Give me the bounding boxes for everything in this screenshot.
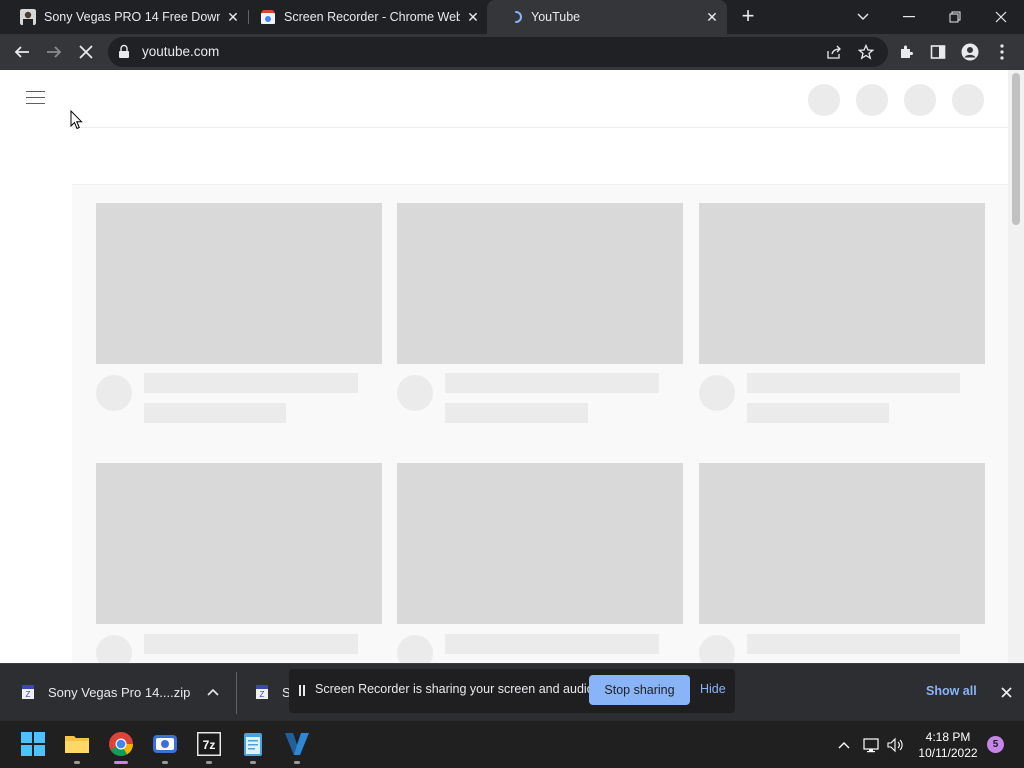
bookmark-star-icon[interactable] [856,42,876,62]
running-indicator [162,761,168,764]
7zip-icon[interactable]: 7z [196,731,222,757]
header-placeholder-circle [904,84,936,116]
meta-placeholder [445,403,588,423]
tab-title: Sony Vegas PRO 14 Free Downlo [44,10,220,24]
menu-kebab-icon[interactable] [990,40,1014,64]
running-indicator [206,761,212,764]
running-indicator [294,761,300,764]
avatar-favicon-icon [20,9,36,25]
video-thumbnail-placeholder[interactable] [397,463,683,624]
new-tab-button[interactable]: + [736,5,760,29]
chevron-up-tray-icon[interactable] [834,735,854,755]
loading-spinner-icon [515,11,522,23]
close-shelf-icon[interactable] [996,682,1016,702]
forward-icon[interactable] [42,40,66,64]
video-thumbnail-placeholder[interactable] [699,463,985,624]
mouse-cursor-icon [70,110,83,130]
channel-avatar-placeholder [397,375,433,411]
chrome-web-store-icon [261,10,275,24]
tab-title: YouTube [531,10,581,24]
video-thumbnail-placeholder[interactable] [96,463,382,624]
notification-badge[interactable]: 5 [987,736,1004,753]
system-clock[interactable]: 4:18 PM 10/11/2022 [912,729,984,761]
channel-avatar-placeholder [397,635,433,663]
running-indicator [250,761,256,764]
chevron-up-icon[interactable] [204,683,222,701]
channel-avatar-placeholder [699,375,735,411]
file-explorer-icon[interactable] [64,731,90,757]
channel-avatar-placeholder [699,635,735,663]
profile-icon[interactable] [958,40,982,64]
share-icon[interactable] [824,42,844,62]
title-placeholder [445,634,659,654]
pause-icon [299,685,305,696]
tab-screen-recorder[interactable]: Screen Recorder - Chrome Web S ✕ [240,0,488,34]
show-all-downloads-link[interactable]: Show all [926,684,977,698]
vegas-icon[interactable] [284,731,310,757]
minimize-icon[interactable] [886,0,932,34]
lock-icon[interactable] [118,44,130,59]
notepad-icon[interactable] [240,731,266,757]
channel-avatar-placeholder [96,375,132,411]
close-tab-icon[interactable]: ✕ [464,8,482,26]
start-icon[interactable] [20,731,46,757]
download-item-name[interactable]: Sony Vegas Pro 14....zip [48,685,190,700]
address-bar[interactable]: youtube.com [108,37,888,67]
video-thumbnail-placeholder[interactable] [96,203,382,364]
volume-icon[interactable] [886,735,906,755]
meta-placeholder [747,403,889,423]
url-text[interactable]: youtube.com [142,44,219,59]
tab-youtube[interactable]: YouTube ✕ [487,0,727,34]
side-panel-icon[interactable] [926,40,950,64]
back-icon[interactable] [10,40,34,64]
hamburger-menu-icon[interactable] [26,90,46,106]
active-indicator [114,761,128,764]
chrome-icon[interactable] [108,731,134,757]
tab-strip: Sony Vegas PRO 14 Free Downlo ✕ Screen R… [0,0,1024,34]
tab-sony-vegas[interactable]: Sony Vegas PRO 14 Free Downlo ✕ [0,0,248,34]
screen-sharing-bar: Screen Recorder is sharing your screen a… [289,669,735,713]
title-placeholder [747,373,960,393]
scrollbar-thumb[interactable] [1012,73,1020,225]
header-divider [72,127,1008,128]
winrar-file-icon: Z [22,685,34,699]
video-thumbnail-placeholder[interactable] [397,203,683,364]
tab-search-icon[interactable] [840,0,886,34]
sharing-message: Screen Recorder is sharing your screen a… [315,682,598,696]
header-placeholder-circle [856,84,888,116]
windows-taskbar: 7z 4:18 PM 10/11/2022 5 [0,720,1024,768]
video-thumbnail-placeholder[interactable] [699,203,985,364]
close-tab-icon[interactable]: ✕ [703,8,721,26]
header-placeholder-circle [952,84,984,116]
header-placeholder-circle [808,84,840,116]
svg-text:7z: 7z [203,738,216,752]
title-placeholder [445,373,659,393]
close-window-icon[interactable] [978,0,1024,34]
shelf-divider [236,672,237,714]
restore-icon[interactable] [932,0,978,34]
extensions-icon[interactable] [894,40,918,64]
title-placeholder [144,634,358,654]
youtube-page [0,70,1024,663]
svg-text:Z: Z [260,690,265,699]
running-indicator [74,761,80,764]
stop-loading-icon[interactable] [74,40,98,64]
clock-time: 4:18 PM [925,730,971,744]
title-placeholder [747,634,960,654]
stop-sharing-button[interactable]: Stop sharing [589,675,690,705]
tab-title: Screen Recorder - Chrome Web S [284,10,460,24]
meta-placeholder [144,403,286,423]
svg-text:Z: Z [26,690,31,699]
network-icon[interactable] [862,735,882,755]
browser-toolbar: youtube.com [0,34,1024,70]
clock-date: 10/11/2022 [918,746,978,760]
screen-recorder-icon[interactable] [152,731,178,757]
channel-avatar-placeholder [96,635,132,663]
winrar-file-icon: Z [256,685,268,699]
hide-button[interactable]: Hide [700,682,726,696]
title-placeholder [144,373,358,393]
